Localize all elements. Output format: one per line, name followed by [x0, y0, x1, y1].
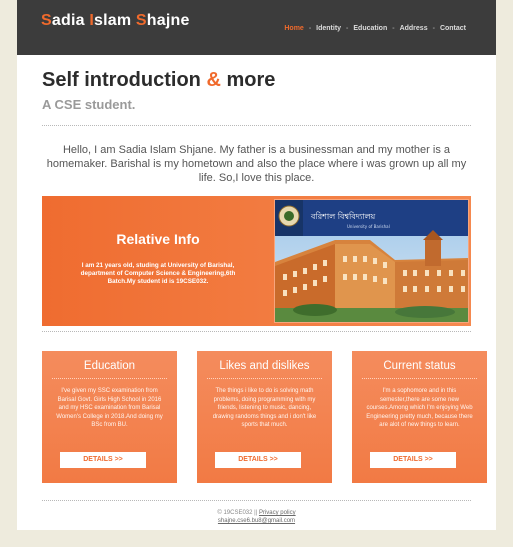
page-title: Self introduction & more	[42, 69, 275, 92]
divider	[42, 331, 471, 332]
page-title-text: Self introduction	[42, 69, 207, 91]
nav-home[interactable]: Home	[284, 25, 303, 32]
main-nav: Home - Identity - Education - Address - Contact	[284, 25, 466, 32]
current-status-details-button[interactable]: DETAILS >>	[370, 452, 456, 468]
divider	[42, 500, 471, 501]
footer-copyright: © 19CSE032 ||	[217, 510, 259, 516]
card-divider	[207, 378, 322, 379]
university-building-image: বরিশাল বিশ্ববিদ্যালয় University of Bari…	[275, 200, 468, 322]
current-status-card: Current status I'm a sophomore and in th…	[352, 351, 487, 483]
nav-separator: -	[432, 25, 435, 32]
relative-info-banner: Relative Info I am 21 years old, studing…	[42, 196, 471, 326]
nav-education[interactable]: Education	[353, 25, 387, 32]
education-card: Education I've given my SSC examination …	[42, 351, 177, 483]
site-footer: © 19CSE032 || Privacy policy shajne.cse6…	[17, 509, 496, 525]
footer-email-link[interactable]: shajne.cse6.bu8@gmail.com	[17, 517, 496, 525]
nav-separator: -	[392, 25, 395, 32]
relative-info-text: I am 21 years old, studing at University…	[80, 262, 236, 285]
logo-text-slam: slam	[94, 12, 136, 29]
relative-info-panel: Relative Info I am 21 years old, studing…	[42, 196, 274, 326]
current-status-card-title: Current status	[383, 360, 456, 372]
likes-dislikes-details-button[interactable]: DETAILS >>	[215, 452, 301, 468]
current-status-card-text: I'm a sophomore and in this semester,the…	[366, 388, 473, 428]
nav-separator: -	[346, 25, 349, 32]
logo-initial-s2: S	[135, 12, 147, 29]
university-photo: বরিশাল বিশ্ববিদ্যালয় University of Bari…	[274, 199, 469, 323]
card-divider	[52, 378, 167, 379]
nav-identity[interactable]: Identity	[316, 25, 341, 32]
privacy-policy-link[interactable]: Privacy policy	[259, 510, 296, 516]
svg-text:University of Barishal: University of Barishal	[347, 224, 390, 229]
logo-text-hajne: hajne	[146, 12, 190, 29]
education-card-title: Education	[83, 360, 136, 372]
page-title-ampersand: &	[206, 69, 221, 91]
site-logo[interactable]: Sadia Islam Shajne	[41, 12, 190, 30]
intro-paragraph: Hello, I am Sadia Islam Shjane. My fathe…	[46, 144, 467, 184]
page-subtitle: A CSE student.	[42, 97, 136, 112]
main-content: Self introduction & more A CSE student. …	[17, 55, 496, 530]
nav-separator: -	[308, 25, 312, 32]
nav-address[interactable]: Address	[400, 25, 428, 32]
nav-contact[interactable]: Contact	[440, 25, 466, 32]
divider	[42, 125, 471, 126]
svg-text:বরিশাল বিশ্ববিদ্যালয়: বরিশাল বিশ্ববিদ্যালয়	[310, 212, 376, 221]
relative-info-heading: Relative Info	[116, 231, 200, 247]
education-details-button[interactable]: DETAILS >>	[60, 452, 146, 468]
logo-text-adia: adia	[51, 12, 90, 29]
likes-dislikes-card-title: Likes and dislikes	[219, 360, 310, 372]
card-divider	[362, 378, 477, 379]
education-card-text: I've given my SSC examination from Baris…	[56, 388, 163, 428]
likes-dislikes-card-text: The things i like to do is solving math …	[212, 388, 317, 428]
likes-dislikes-card: Likes and dislikes The things i like to …	[197, 351, 332, 483]
footer-line: © 19CSE032 || Privacy policy	[17, 509, 496, 517]
logo-initial-s: S	[41, 12, 52, 29]
page-title-text-end: more	[220, 69, 276, 91]
site-header: Sadia Islam Shajne Home - Identity - Educati…	[17, 0, 496, 55]
